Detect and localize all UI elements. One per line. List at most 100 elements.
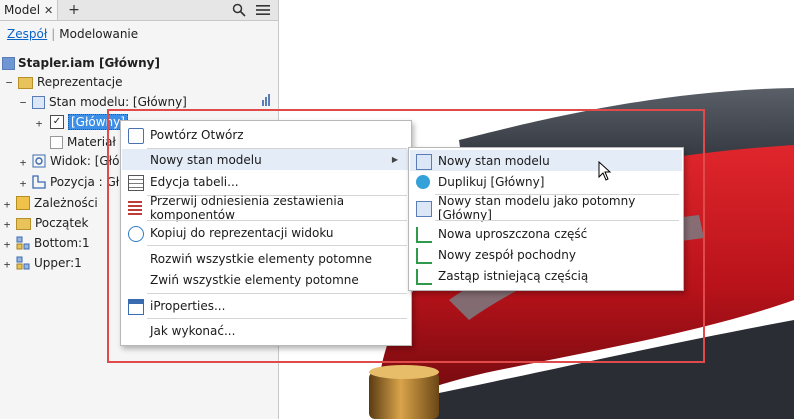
subassembly-icon — [16, 236, 30, 250]
expand-icon[interactable]: + — [18, 177, 28, 190]
submenu-item-replace-with-part[interactable]: Zastąp istniejącą częścią — [410, 265, 682, 286]
menu-separator — [147, 318, 407, 319]
menu-item-label: Rozwiń wszystkie elementy potomne — [150, 251, 372, 266]
menu-item-expand-all[interactable]: Rozwiń wszystkie elementy potomne — [122, 248, 410, 269]
submenu-arrow-icon: ▶ — [391, 155, 398, 164]
model-state-icon — [32, 95, 45, 109]
collapse-icon[interactable]: − — [18, 96, 28, 109]
tree-item-label: Bottom:1 — [34, 236, 90, 250]
tree-item-label: Początek — [35, 216, 89, 230]
checkbox-checked-icon[interactable]: ✓ — [50, 115, 64, 129]
menu-item-label: Powtórz Otwórz — [150, 127, 244, 142]
table-icon — [128, 175, 144, 191]
subtab-assembly[interactable]: Zespół — [7, 27, 47, 41]
subtab-modeling[interactable]: Modelowanie — [59, 27, 138, 41]
subassembly-icon — [16, 256, 30, 270]
mouse-cursor-icon — [598, 160, 612, 181]
menu-item-copy-to-view-rep[interactable]: Kopiuj do reprezentacji widoku — [122, 222, 410, 243]
tab-model-label: Model — [4, 3, 41, 17]
menu-item-label: iProperties... — [150, 298, 226, 313]
tree-item-model-state[interactable]: Stan modelu: [Główny] — [32, 92, 187, 112]
copy-to-view-icon — [128, 226, 144, 242]
folder-icon — [18, 77, 33, 89]
panel-tab-bar: Model ✕ + — [0, 0, 278, 21]
expand-icon[interactable]: + — [18, 156, 28, 169]
search-icon[interactable] — [230, 0, 248, 20]
tree-item-upper[interactable]: Upper:1 — [16, 253, 82, 273]
iproperties-icon — [128, 299, 144, 315]
expand-icon[interactable]: + — [34, 117, 44, 130]
menu-item-label: Edycja tabeli... — [150, 174, 239, 189]
collapse-icon[interactable]: − — [4, 76, 14, 89]
menu-item-label: Przerwij odniesienia zestawienia kompone… — [150, 193, 345, 222]
material-icon — [50, 135, 63, 149]
tree-root[interactable]: Stapler.iam [Główny] — [2, 55, 160, 71]
menu-item-break-bom-links[interactable]: Przerwij odniesienia zestawienia kompone… — [122, 194, 410, 222]
tree-item-representations[interactable]: Reprezentacje — [18, 72, 123, 92]
menu-item-how-to[interactable]: Jak wykonać... — [122, 320, 410, 341]
view-icon — [32, 154, 46, 168]
menu-item-label: Zwiń wszystkie elementy potomne — [150, 272, 359, 287]
tree-item-main-state[interactable]: ✓ [Główny] — [50, 112, 128, 132]
expand-icon[interactable]: + — [2, 238, 12, 251]
menu-item-label: Duplikuj [Główny] — [438, 174, 545, 189]
assembly-icon — [2, 56, 15, 70]
tree-item-label: Widok: [Głó — [50, 154, 120, 168]
tree-item-label: [Główny] — [68, 114, 128, 130]
replace-part-icon — [416, 269, 432, 285]
subtab-divider: | — [51, 27, 56, 41]
menu-separator — [147, 293, 407, 294]
menu-item-repeat-open[interactable]: Powtórz Otwórz — [122, 124, 410, 145]
expand-icon[interactable]: + — [2, 258, 12, 271]
relationships-folder-icon — [16, 196, 30, 210]
tree-item-label: Pozycja : Gł — [50, 175, 120, 189]
tree-item-origin[interactable]: Początek — [16, 213, 88, 233]
tree-item-label: Zależności — [34, 196, 98, 210]
submenu-item-duplicate[interactable]: Duplikuj [Główny] — [410, 171, 682, 192]
tree-item-label: Upper:1 — [34, 256, 82, 270]
hamburger-menu-icon[interactable] — [254, 0, 272, 20]
tree-item-label: Stan modelu: [Główny] — [49, 95, 187, 109]
submenu-item-new-model-state[interactable]: Nowy stan modelu — [410, 150, 682, 171]
menu-item-label: Nowy stan modelu jako potomny [Główny] — [438, 193, 636, 222]
menu-item-label: Nowy stan modelu — [150, 152, 262, 167]
tree-item-relationships[interactable]: Zależności — [16, 193, 98, 213]
context-menu: Powtórz Otwórz Nowy stan modelu ▶ Edycja… — [120, 120, 412, 346]
tree-item-position[interactable]: Pozycja : Gł — [32, 172, 119, 192]
submenu-item-simplified-part[interactable]: Nowa uproszczona część — [410, 223, 682, 244]
submenu-item-derived-assembly[interactable]: Nowy zespół pochodny — [410, 244, 682, 265]
menu-item-label: Nowy zespół pochodny — [438, 247, 576, 262]
break-links-icon — [128, 201, 142, 215]
repeat-command-icon — [128, 128, 144, 144]
menu-item-label: Kopiuj do reprezentacji widoku — [150, 225, 334, 240]
table-indicator-icon — [262, 94, 272, 106]
simplified-part-icon — [416, 227, 432, 243]
submenu-item-new-child-state[interactable]: Nowy stan modelu jako potomny [Główny] — [410, 194, 682, 222]
menu-item-label: Zastąp istniejącą częścią — [438, 268, 589, 283]
menu-item-label: Jak wykonać... — [150, 323, 236, 338]
derived-assembly-icon — [416, 248, 432, 264]
tree-item-view[interactable]: Widok: [Głó — [32, 151, 119, 171]
tab-model[interactable]: Model ✕ — [0, 0, 59, 20]
tree-item-material[interactable]: Materiał — [50, 132, 116, 152]
expand-icon[interactable]: + — [2, 198, 12, 211]
menu-separator — [147, 245, 407, 246]
menu-item-label: Nowa uproszczona część — [438, 226, 588, 241]
child-model-state-icon — [416, 201, 432, 217]
close-icon[interactable]: ✕ — [44, 4, 53, 17]
position-icon — [32, 175, 46, 189]
expand-icon[interactable]: + — [2, 218, 12, 231]
menu-item-collapse-all[interactable]: Zwiń wszystkie elementy potomne — [122, 269, 410, 290]
tree-item-label: Materiał — [67, 135, 116, 149]
tree-item-bottom[interactable]: Bottom:1 — [16, 233, 90, 253]
tree-item-label: Reprezentacje — [37, 75, 123, 89]
origin-folder-icon — [16, 218, 31, 230]
tree-root-label: Stapler.iam [Główny] — [18, 56, 160, 70]
menu-item-iproperties[interactable]: iProperties... — [122, 295, 410, 316]
duplicate-icon — [416, 175, 430, 189]
menu-item-new-model-state[interactable]: Nowy stan modelu ▶ — [122, 149, 410, 170]
new-model-state-submenu: Nowy stan modelu Duplikuj [Główny] Nowy … — [408, 147, 684, 291]
menu-item-label: Nowy stan modelu — [438, 153, 550, 168]
add-tab-icon[interactable]: + — [66, 0, 82, 20]
menu-item-edit-table[interactable]: Edycja tabeli... — [122, 171, 410, 192]
